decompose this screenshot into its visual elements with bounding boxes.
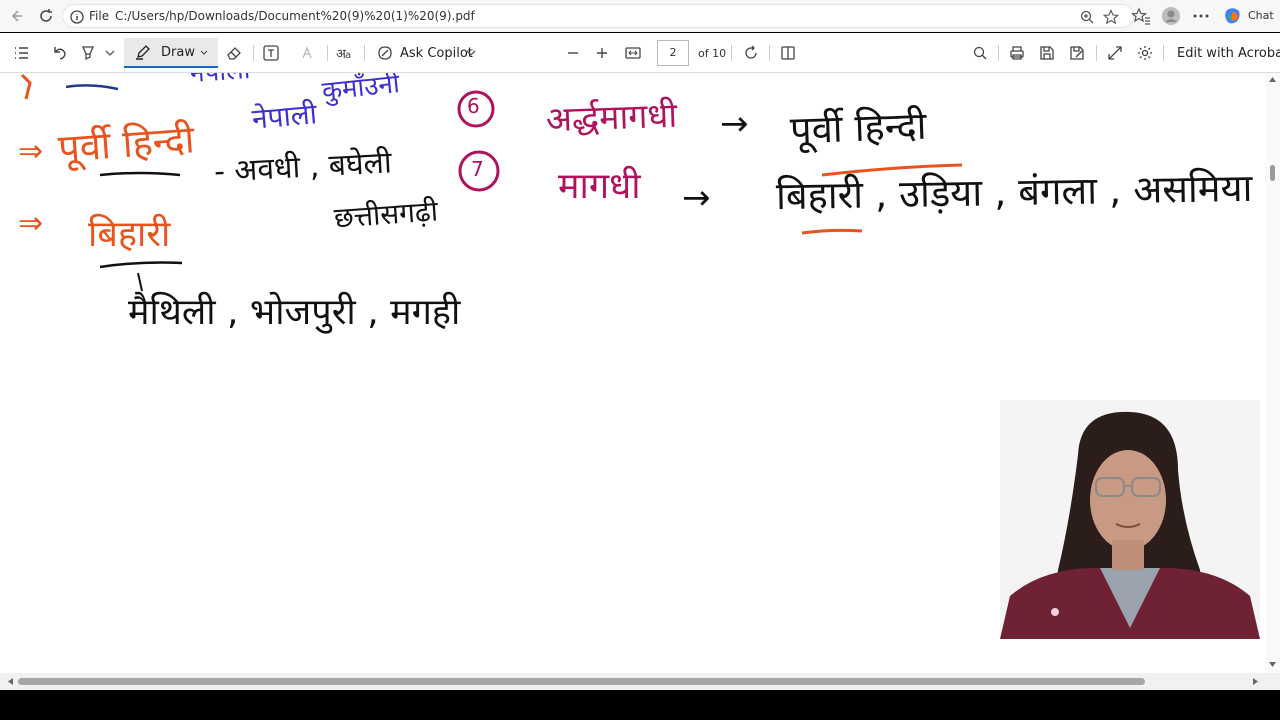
- taskbar-black-strip: [0, 690, 1280, 720]
- back-arrow-icon: [11, 10, 22, 22]
- zoom-in-icon[interactable]: [593, 44, 611, 62]
- text-box-icon[interactable]: [262, 44, 280, 62]
- scroll-left-icon[interactable]: [6, 677, 14, 686]
- horizontal-scroll-thumb[interactable]: [18, 678, 1145, 685]
- vertical-scroll-thumb[interactable]: [1270, 165, 1275, 181]
- page-number-input[interactable]: 2: [657, 40, 689, 66]
- draw-label: Draw: [161, 45, 195, 60]
- read-aloud-icon[interactable]: अa: [336, 44, 354, 62]
- pdf-toolbar: Draw अa Ask Copilot 2 of 10 Edit with Ac…: [0, 33, 1280, 73]
- note-chhattisgarhi: छत्तीसगढ़ी: [332, 194, 439, 235]
- note-bihari-list: बिहारी , उड़िया , बंगला , असमिया: [775, 165, 1253, 219]
- back-button[interactable]: [6, 6, 26, 26]
- bullet-arrow: ⇒: [18, 134, 44, 169]
- svg-text:a: a: [345, 50, 351, 61]
- note-purvi-hindi-left: पूर्वी हिन्दी: [56, 117, 196, 171]
- fit-width-icon[interactable]: [624, 44, 642, 62]
- scroll-right-icon[interactable]: [1252, 677, 1260, 686]
- note-ardhamagadhi: अर्द्धमागधी: [545, 95, 678, 141]
- search-icon[interactable]: [971, 44, 989, 62]
- note-magadhi: मागधी: [558, 166, 641, 207]
- undo-icon[interactable]: [50, 44, 68, 62]
- toolbar-divider: [1096, 45, 1097, 61]
- save-as-icon[interactable]: [1068, 44, 1086, 62]
- file-label: File: [89, 9, 110, 23]
- edit-with-acrobat-button[interactable]: Edit with Acrobat: [1177, 46, 1280, 61]
- settings-gear-icon[interactable]: [1136, 44, 1154, 62]
- page-view-icon[interactable]: [779, 44, 797, 62]
- copilot-icon[interactable]: [1223, 6, 1243, 26]
- chevron-down-icon[interactable]: [462, 44, 480, 62]
- favorite-star-icon[interactable]: [1103, 9, 1119, 25]
- url-text[interactable]: C:/Users/hp/Downloads/Document%20(9)%20(…: [115, 9, 475, 23]
- chat-label[interactable]: Chat: [1248, 9, 1274, 22]
- refresh-button[interactable]: [36, 6, 56, 26]
- presenter-webcam-video: [1000, 400, 1260, 639]
- note-number-6: 6: [467, 94, 480, 118]
- note-bihari-left: बिहारी: [88, 214, 171, 255]
- note-maithili-bhojpuri-magahi: मैथिली , भोजपुरी , मगही: [128, 292, 461, 333]
- more-options-icon[interactable]: [1191, 6, 1211, 26]
- rotate-icon[interactable]: [742, 44, 760, 62]
- chevron-down-icon[interactable]: [101, 44, 119, 62]
- profile-avatar-icon[interactable]: [1161, 6, 1181, 26]
- favorites-icon[interactable]: [1131, 6, 1151, 26]
- vertical-scrollbar[interactable]: [1265, 73, 1280, 673]
- presenter-figure: [1000, 400, 1260, 639]
- toolbar-divider: [998, 45, 999, 61]
- page-total: of 10: [698, 47, 727, 60]
- toolbar-divider: [769, 45, 770, 61]
- scroll-down-icon[interactable]: [1268, 661, 1277, 669]
- zoom-icon[interactable]: [1079, 9, 1095, 25]
- toolbar-divider: [253, 45, 254, 61]
- toolbar-divider: [731, 45, 732, 61]
- scroll-up-icon[interactable]: [1268, 75, 1277, 83]
- draw-button[interactable]: Draw: [124, 38, 218, 68]
- bullet-arrow: ⇒: [18, 206, 44, 241]
- copilot-icon[interactable]: [376, 44, 394, 62]
- note-awadhi-bagheli: - अवधी , बघेली: [213, 145, 393, 190]
- arrow-1: →: [720, 104, 749, 144]
- info-icon[interactable]: [69, 9, 85, 25]
- text-format-icon: [302, 46, 312, 59]
- note-number-7: 7: [471, 157, 484, 181]
- print-icon[interactable]: [1008, 44, 1026, 62]
- eraser-icon[interactable]: [225, 44, 243, 62]
- toolbar-divider: [327, 45, 328, 61]
- arrow-2: →: [682, 178, 711, 218]
- browser-bar: File C:/Users/hp/Downloads/Document%20(9…: [0, 0, 1280, 32]
- pen-icon: [136, 45, 150, 60]
- horizontal-scrollbar[interactable]: [0, 673, 1280, 690]
- expand-icon[interactable]: [1106, 44, 1124, 62]
- zoom-out-icon[interactable]: [564, 44, 582, 62]
- refresh-icon: [40, 9, 52, 22]
- chevron-down-icon: [200, 50, 208, 55]
- highlight-icon[interactable]: [79, 44, 97, 62]
- toolbar-divider: [1163, 45, 1164, 61]
- toolbar-divider: [364, 45, 365, 61]
- address-bar[interactable]: File C:/Users/hp/Downloads/Document%20(9…: [62, 4, 1134, 28]
- note-purvi-hindi-right: पूर्वी हिन्दी: [789, 103, 928, 153]
- save-icon[interactable]: [1038, 44, 1056, 62]
- contents-list-icon[interactable]: [12, 44, 30, 62]
